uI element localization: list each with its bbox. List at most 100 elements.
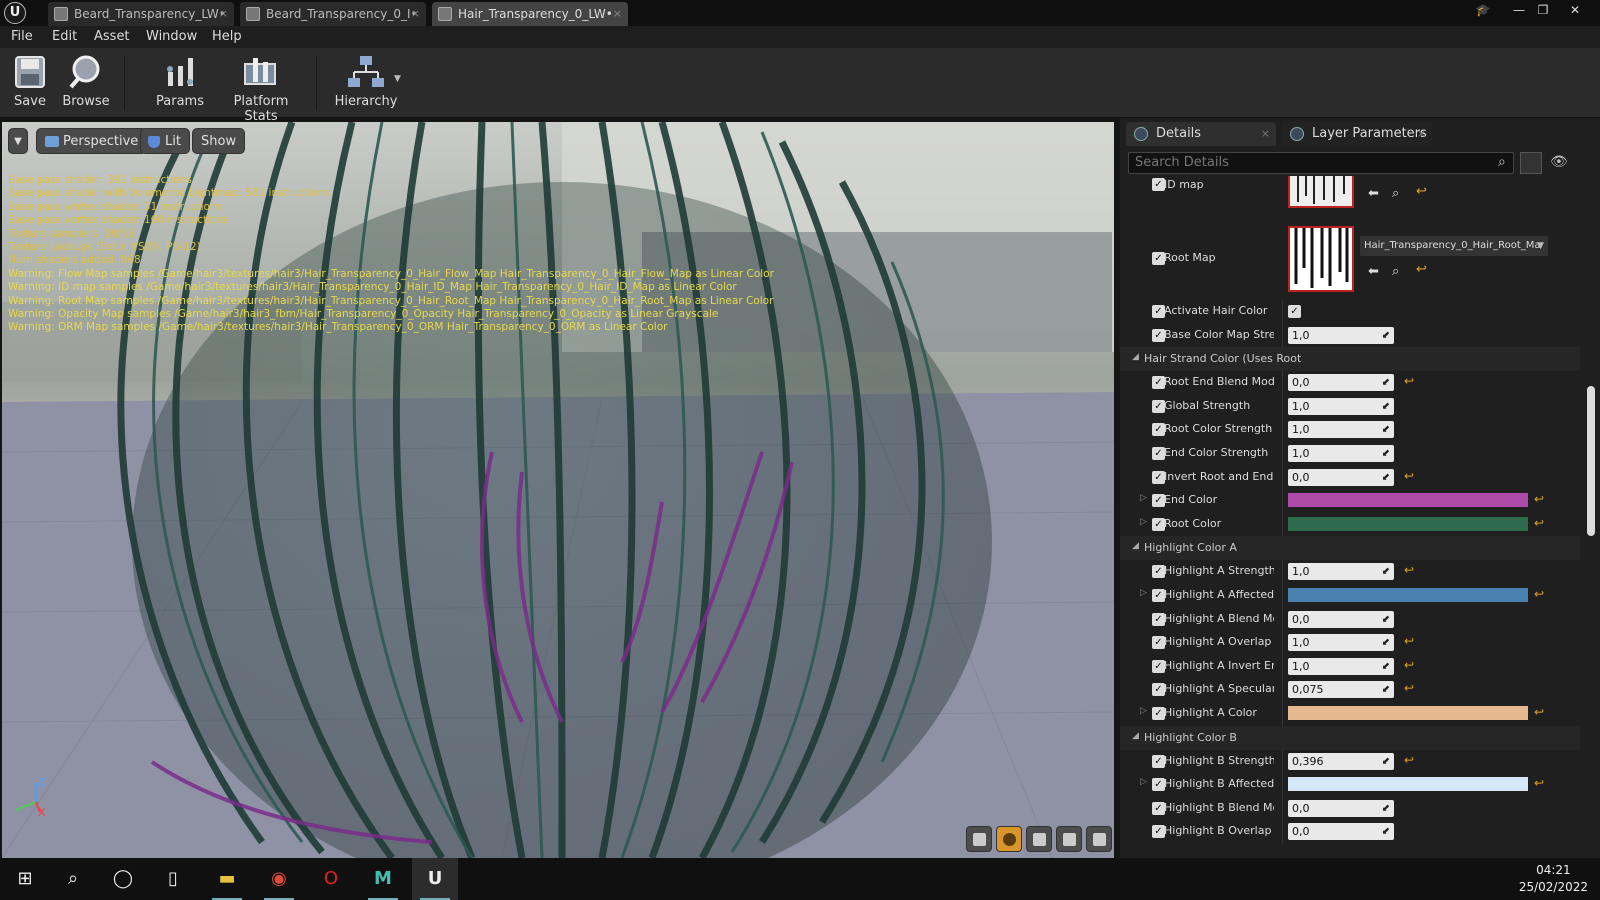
drag-arrows-icon[interactable]: ⬋ [1382, 634, 1390, 651]
drag-arrows-icon[interactable]: ⬋ [1382, 469, 1390, 486]
numeric-value-field[interactable]: 1,0 ⬋ [1288, 634, 1394, 652]
close-icon[interactable]: × [1417, 122, 1426, 146]
reset-icon[interactable]: ↩ [1416, 262, 1427, 277]
browse-button[interactable]: Browse [60, 52, 112, 114]
tab-layer-parameters[interactable]: Layer Parameters × [1282, 122, 1432, 146]
search-details-input[interactable]: Search Details [1128, 152, 1514, 174]
drag-arrows-icon[interactable]: ⬋ [1382, 800, 1390, 817]
search-icon[interactable]: ⌕ [1498, 154, 1514, 170]
root-map-asset-picker[interactable]: Hair_Transparency_0_Hair_Root_Ma ▼ [1360, 236, 1548, 256]
menu-window[interactable]: Window [146, 29, 197, 44]
search-icon[interactable]: ⌕ [50, 858, 96, 900]
reset-to-default-icon[interactable]: ↩ [1404, 563, 1414, 577]
restore-button[interactable]: ❐ [1532, 2, 1554, 18]
reset-to-default-icon[interactable]: ↩ [1534, 587, 1544, 601]
close-icon[interactable]: × [1261, 122, 1270, 146]
system-clock[interactable]: 04:21 25/02/2022 [1519, 862, 1588, 896]
close-icon[interactable]: × [613, 2, 622, 26]
view-options-button[interactable] [1520, 152, 1542, 174]
hierarchy-dropdown-icon[interactable]: ▼ [394, 74, 401, 84]
numeric-value-field[interactable]: 1,0 ⬋ [1288, 397, 1394, 415]
tab-beard-transparency-0[interactable]: Beard_Transparency_0_I• × [240, 2, 426, 26]
category-header[interactable]: ◢ Hair Strand Color (Uses Root [1120, 347, 1580, 372]
params-button[interactable]: Params [154, 52, 206, 114]
drag-arrows-icon[interactable]: ⬋ [1382, 611, 1390, 628]
preview-sphere-button[interactable] [996, 826, 1022, 852]
expand-arrow-icon[interactable]: ▷ [1140, 706, 1147, 716]
opera-icon[interactable]: O [308, 858, 354, 900]
reset-to-default-icon[interactable]: ↩ [1404, 469, 1414, 483]
collapse-arrow-icon[interactable]: ◢ [1132, 352, 1139, 362]
numeric-value-field[interactable]: 0,0 ⬋ [1288, 823, 1394, 841]
preview-cylinder-button[interactable] [966, 826, 992, 852]
close-icon[interactable]: × [411, 2, 420, 26]
close-window-button[interactable]: ✕ [1564, 2, 1586, 18]
reset-to-default-icon[interactable]: ↩ [1404, 634, 1414, 648]
drag-arrows-icon[interactable]: ⬋ [1382, 658, 1390, 675]
numeric-value-field[interactable]: 0,0 ⬋ [1288, 468, 1394, 486]
menu-asset[interactable]: Asset [94, 29, 130, 44]
drag-arrows-icon[interactable]: ⬋ [1382, 327, 1390, 344]
perspective-button[interactable]: Perspective [36, 128, 148, 154]
save-button[interactable]: Save [8, 52, 52, 114]
numeric-value-field[interactable]: 1,0 ⬋ [1288, 421, 1394, 439]
browse-asset-icon[interactable]: ⌕ [1392, 186, 1399, 201]
drag-arrows-icon[interactable]: ⬋ [1382, 445, 1390, 462]
tab-details[interactable]: Details × [1126, 122, 1276, 146]
reset-to-default-icon[interactable]: ↩ [1534, 492, 1544, 506]
color-swatch[interactable] [1288, 706, 1528, 720]
details-scrollbar[interactable] [1586, 176, 1596, 856]
drag-arrows-icon[interactable]: ⬋ [1382, 398, 1390, 415]
learn-icon[interactable]: 🎓 [1472, 2, 1494, 18]
unreal-logo-icon[interactable]: U [4, 2, 26, 24]
numeric-value-field[interactable]: 1,0 ⬋ [1288, 563, 1394, 581]
numeric-value-field[interactable]: 0,075 ⬋ [1288, 681, 1394, 699]
color-swatch[interactable] [1288, 516, 1528, 531]
eye-icon[interactable]: 👁 [1550, 154, 1568, 170]
category-header[interactable]: ◢ Highlight Color B [1120, 725, 1580, 750]
preview-plane-button[interactable] [1026, 826, 1052, 852]
expand-arrow-icon[interactable]: ▷ [1140, 588, 1147, 598]
reset-to-default-icon[interactable]: ↩ [1404, 374, 1414, 388]
numeric-value-field[interactable]: 0,0 ⬋ [1288, 799, 1394, 817]
numeric-value-field[interactable]: 1,0 ⬋ [1288, 445, 1394, 462]
unreal-engine-taskbar-icon[interactable]: U [412, 858, 458, 900]
reset-to-default-icon[interactable]: ↩ [1404, 658, 1414, 672]
color-swatch[interactable] [1288, 588, 1528, 602]
hierarchy-button[interactable]: Hierarchy [334, 52, 398, 114]
use-selected-icon[interactable]: ⬅ [1368, 186, 1379, 201]
close-icon[interactable]: × [219, 2, 228, 26]
preview-cube-button[interactable] [1056, 826, 1082, 852]
reset-to-default-icon[interactable]: ↩ [1404, 753, 1414, 767]
expand-arrow-icon[interactable]: ▷ [1140, 777, 1147, 787]
browse-asset-icon[interactable]: ⌕ [1392, 264, 1399, 279]
root-map-thumbnail[interactable] [1288, 226, 1354, 292]
expand-arrow-icon[interactable]: ▷ [1140, 517, 1147, 527]
reset-to-default-icon[interactable]: ↩ [1404, 681, 1414, 695]
tab-beard-transparency-lw[interactable]: Beard_Transparency_LW• × [48, 2, 234, 26]
viewport-options-dropdown[interactable]: ▼ [8, 128, 28, 154]
platform-stats-button[interactable]: Platform Stats [218, 52, 304, 124]
task-view-icon[interactable]: ▯ [150, 858, 196, 900]
drag-arrows-icon[interactable]: ⬋ [1382, 563, 1390, 580]
reset-to-default-icon[interactable]: ↩ [1534, 705, 1544, 719]
expand-arrow-icon[interactable]: ▷ [1140, 493, 1147, 503]
color-swatch[interactable] [1288, 493, 1528, 508]
use-selected-icon[interactable]: ⬅ [1368, 264, 1379, 279]
m-app-icon[interactable]: M [360, 858, 406, 900]
numeric-value-field[interactable]: 0,396 ⬋ [1288, 752, 1394, 770]
file-explorer-icon[interactable]: ▬ [204, 858, 250, 900]
drag-arrows-icon[interactable]: ⬋ [1382, 374, 1390, 391]
reset-to-default-icon[interactable]: ↩ [1534, 776, 1544, 790]
drag-arrows-icon[interactable]: ⬋ [1382, 681, 1390, 698]
value-checkbox[interactable]: ✓ [1288, 305, 1301, 318]
menu-edit[interactable]: Edit [52, 29, 77, 44]
numeric-value-field[interactable]: 1,0 ⬋ [1288, 326, 1394, 344]
minimize-button[interactable]: — [1508, 2, 1530, 18]
show-button[interactable]: Show [192, 128, 246, 154]
numeric-value-field[interactable]: 1,0 ⬋ [1288, 657, 1394, 675]
id-map-thumbnail[interactable] [1288, 176, 1354, 208]
collapse-arrow-icon[interactable]: ◢ [1132, 731, 1139, 741]
preview-mesh-button[interactable] [1086, 826, 1112, 852]
reset-to-default-icon[interactable]: ↩ [1534, 516, 1544, 530]
